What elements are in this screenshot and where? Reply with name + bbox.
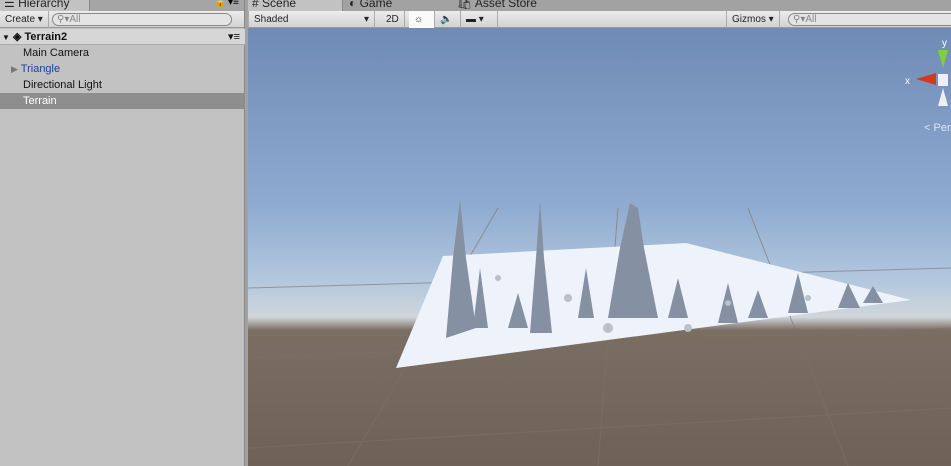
list-item[interactable]: ▶ Triangle [0, 61, 245, 77]
gizmos-dropdown[interactable]: Gizmos ▾ [726, 11, 780, 28]
hierarchy-tabbar: ☰ Hierarchy 🔒 ▾≡ [0, 0, 244, 11]
lighting-toggle-icon[interactable]: ☼ [409, 11, 435, 28]
terrain-render [248, 200, 951, 466]
menu-icon[interactable]: ▾≡ [228, 0, 239, 8]
scene-header: # Scene ◐ Game 🛍 Asset Store Shaded ▾ 2D … [248, 0, 951, 28]
scene-view[interactable]: y x < Persp [248, 28, 951, 466]
list-item[interactable]: Directional Light [0, 77, 245, 93]
tab-hierarchy[interactable]: ☰ Hierarchy [0, 0, 90, 11]
2d-toggle[interactable]: 2D [381, 11, 405, 28]
gizmo-y-label: y [942, 38, 947, 49]
shading-label: Shaded [254, 14, 289, 25]
z-axis-cone-icon[interactable] [938, 88, 948, 106]
search-placeholder: All [69, 14, 81, 25]
item-label: Terrain [23, 95, 57, 107]
scene-tabbar: # Scene ◐ Game 🛍 Asset Store [248, 0, 951, 11]
item-label: Directional Light [23, 79, 102, 91]
gizmo-x-label: x [905, 76, 910, 87]
expand-icon[interactable]: ▶ [11, 64, 18, 74]
item-label: Main Camera [23, 47, 90, 59]
list-item-selected[interactable]: Terrain [0, 93, 245, 109]
2d-label: 2D [386, 14, 399, 25]
unity-logo-icon: ◈ [12, 31, 22, 43]
shading-dropdown[interactable]: Shaded ▾ [248, 11, 375, 28]
center-cube-icon[interactable] [938, 74, 948, 86]
item-label: Triangle [20, 63, 61, 75]
tab-asset-store[interactable]: 🛍 Asset Store [453, 0, 541, 11]
tab-scene[interactable]: # Scene [248, 0, 343, 11]
projection-label[interactable]: < Persp [924, 122, 951, 134]
lock-icon[interactable]: 🔒 [214, 0, 226, 8]
x-axis-cone-icon[interactable] [916, 73, 936, 85]
orientation-gizmo[interactable]: y x [905, 38, 948, 106]
gizmos-label: Gizmos [732, 14, 766, 25]
create-button[interactable]: Create ▾ [0, 11, 49, 28]
tab-label: Scene [262, 0, 297, 10]
hierarchy-panel: ☰ Hierarchy 🔒 ▾≡ Create ▾ ⚲▾All ▼ ◈ Terr… [0, 0, 245, 466]
hierarchy-search-input[interactable]: ⚲▾All [52, 13, 232, 26]
tab-label: Game [359, 0, 393, 10]
tab-label: Hierarchy [18, 0, 70, 10]
scene-root-label: Terrain2 [24, 31, 68, 43]
list-item[interactable]: Main Camera [0, 45, 245, 61]
scene-root-row[interactable]: ▼ ◈ Terrain2 ▾≡ [0, 29, 245, 45]
effects-dropdown-icon[interactable]: ▬ ▾ [461, 11, 498, 28]
search-placeholder: All [805, 14, 817, 25]
persp-label: Persp [933, 122, 951, 134]
tab-game[interactable]: ◐ Game [345, 0, 396, 11]
scene-menu-icon[interactable]: ▾≡ [228, 29, 240, 45]
create-label: Create [5, 14, 36, 25]
expand-triangle-icon[interactable]: ▼ [2, 33, 10, 42]
y-axis-cone-icon[interactable] [938, 50, 948, 68]
scene-search-input[interactable]: ⚲▾All [788, 13, 951, 26]
hierarchy-toolbar: Create ▾ ⚲▾All [0, 11, 244, 28]
scene-toolbar: Shaded ▾ 2D ☼ 🔈 ▬ ▾ Gizmos ▾ ⚲▾All [248, 11, 951, 28]
audio-toggle-icon[interactable]: 🔈 [435, 11, 461, 28]
tab-label: Asset Store [474, 0, 537, 10]
